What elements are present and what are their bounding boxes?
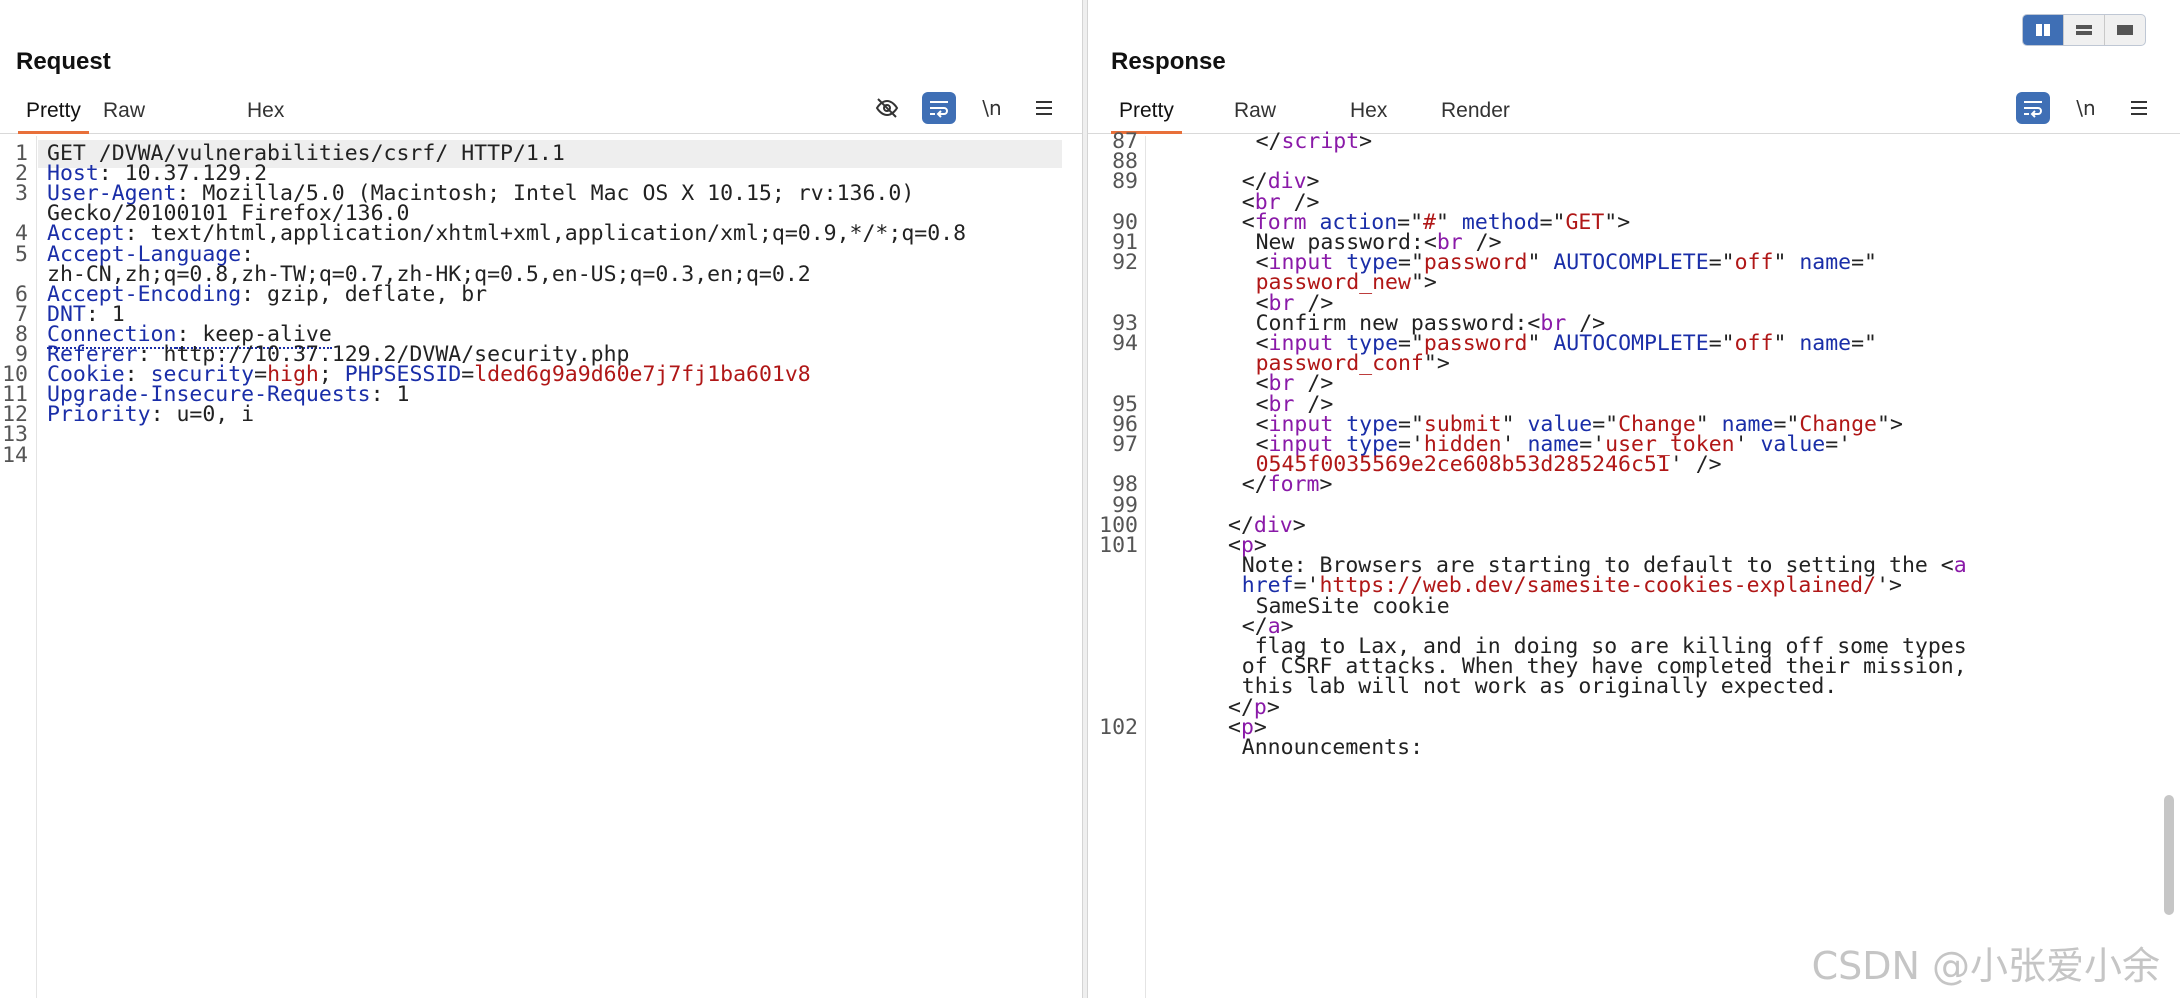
newline-toggle[interactable]: \n <box>975 92 1009 124</box>
request-editor[interactable]: 1 GET /DVWA/vulnerabilities/csrf/ HTTP/1.… <box>0 136 1082 998</box>
request-tab-pretty[interactable]: Pretty <box>18 88 89 134</box>
code-text: Announcements: <box>1159 734 1423 762</box>
line-number: 14 <box>2 442 28 468</box>
request-tabs: Pretty Raw Hex <box>0 88 1082 134</box>
vertical-scrollbar[interactable] <box>2164 795 2174 915</box>
code-line: Announcements: <box>1088 734 2180 762</box>
hamburger-menu-icon[interactable] <box>1027 92 1061 124</box>
code-line: 14 <box>0 442 1082 470</box>
split-vertical-icon[interactable] <box>2023 15 2064 45</box>
single-pane-icon[interactable] <box>2105 15 2145 45</box>
layout-switcher <box>2022 14 2146 46</box>
hamburger-menu-icon[interactable] <box>2122 92 2156 124</box>
wrap-lines-icon[interactable] <box>922 92 956 124</box>
newline-toggle[interactable]: \n <box>2069 92 2103 124</box>
response-pane: Response Pretty Raw Hex Render \n 87 </sc… <box>1087 0 2180 998</box>
request-tab-hex[interactable]: Hex <box>239 88 292 134</box>
watermark: CSDN @小张爱小余 <box>1811 944 2160 988</box>
response-title: Response <box>1111 48 1226 75</box>
response-editor[interactable]: 87 </script> 88 89 </div> <br /> 90 <form actio… <box>1088 129 2180 998</box>
wrap-lines-icon[interactable] <box>2016 92 2050 124</box>
code-token: Announcements: <box>1241 735 1424 760</box>
split-horizontal-icon[interactable] <box>2064 15 2105 45</box>
eye-off-icon[interactable] <box>870 92 904 124</box>
request-title: Request <box>16 48 111 75</box>
request-pane: Request Pretty Raw Hex \n 1 GET /DVWA/vul… <box>0 0 1083 998</box>
request-tab-raw[interactable]: Raw <box>95 88 153 134</box>
